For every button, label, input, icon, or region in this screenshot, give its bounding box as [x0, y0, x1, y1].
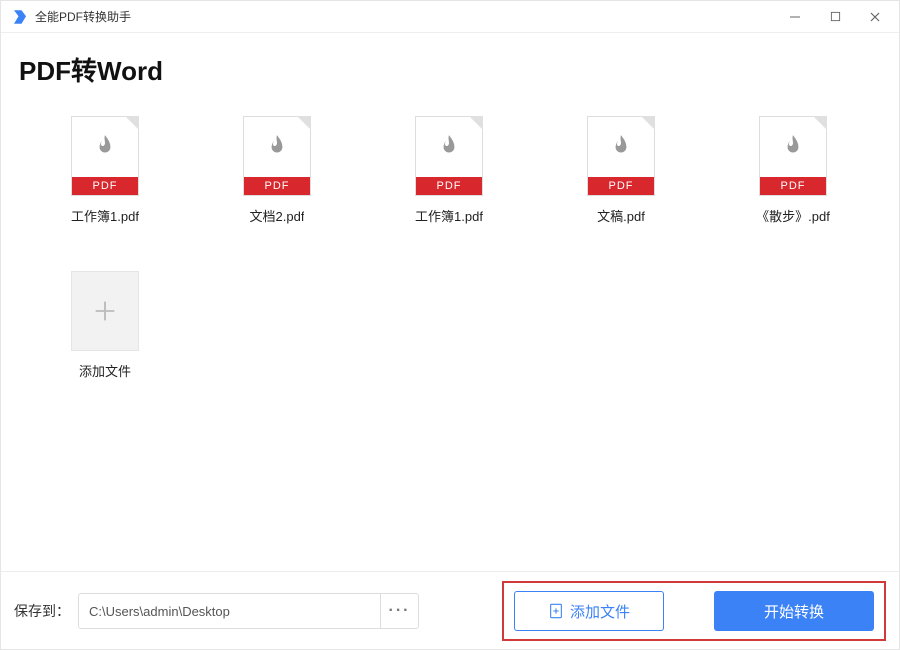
pdf-badge: PDF	[416, 177, 482, 195]
file-name: 《散步》.pdf	[756, 206, 830, 225]
add-file-label: 添加文件	[79, 361, 131, 380]
file-tile[interactable]: PDF 文档2.pdf	[191, 116, 363, 271]
pdf-reader-icon	[436, 133, 462, 159]
browse-path-button[interactable]: ···	[381, 593, 419, 629]
add-file-tile[interactable]: 添加文件	[19, 271, 191, 426]
file-name: 文档2.pdf	[250, 206, 305, 225]
pdf-thumbnail: PDF	[759, 116, 827, 196]
page-title: PDF转Word	[1, 33, 899, 94]
app-logo-icon	[11, 8, 29, 26]
save-path-input[interactable]	[78, 593, 381, 629]
pdf-thumbnail: PDF	[587, 116, 655, 196]
pdf-thumbnail: PDF	[243, 116, 311, 196]
file-name: 工作簿1.pdf	[415, 206, 483, 225]
add-file-button-label: 添加文件	[570, 601, 630, 622]
plus-icon	[91, 297, 119, 325]
title-bar: 全能PDF转换助手	[1, 1, 899, 33]
file-name: 工作簿1.pdf	[71, 206, 139, 225]
file-tile[interactable]: PDF 文稿.pdf	[535, 116, 707, 271]
pdf-reader-icon	[264, 133, 290, 159]
file-grid: PDF 工作簿1.pdf PDF 文档2.pdf PDF 工作簿1.pdf	[1, 94, 899, 426]
file-name: 文稿.pdf	[597, 206, 645, 225]
pdf-reader-icon	[608, 133, 634, 159]
add-file-icon	[548, 602, 564, 620]
pdf-reader-icon	[780, 133, 806, 159]
pdf-badge: PDF	[72, 177, 138, 195]
start-convert-button-label: 开始转换	[764, 601, 824, 622]
pdf-badge: PDF	[588, 177, 654, 195]
window-controls	[775, 2, 895, 32]
add-file-box	[71, 271, 139, 351]
start-convert-button[interactable]: 开始转换	[714, 591, 874, 631]
close-button[interactable]	[855, 2, 895, 32]
pdf-badge: PDF	[244, 177, 310, 195]
action-button-highlight: 添加文件 开始转换	[502, 581, 886, 641]
pdf-thumbnail: PDF	[71, 116, 139, 196]
file-tile[interactable]: PDF 工作簿1.pdf	[19, 116, 191, 271]
save-to-label: 保存到：	[14, 601, 70, 621]
file-tile[interactable]: PDF 《散步》.pdf	[707, 116, 879, 271]
minimize-button[interactable]	[775, 2, 815, 32]
maximize-button[interactable]	[815, 2, 855, 32]
pdf-thumbnail: PDF	[415, 116, 483, 196]
add-file-button[interactable]: 添加文件	[514, 591, 664, 631]
app-title: 全能PDF转换助手	[35, 8, 775, 25]
pdf-badge: PDF	[760, 177, 826, 195]
pdf-reader-icon	[92, 133, 118, 159]
bottom-bar: 保存到： ··· 添加文件 开始转换	[0, 572, 900, 650]
file-tile[interactable]: PDF 工作簿1.pdf	[363, 116, 535, 271]
